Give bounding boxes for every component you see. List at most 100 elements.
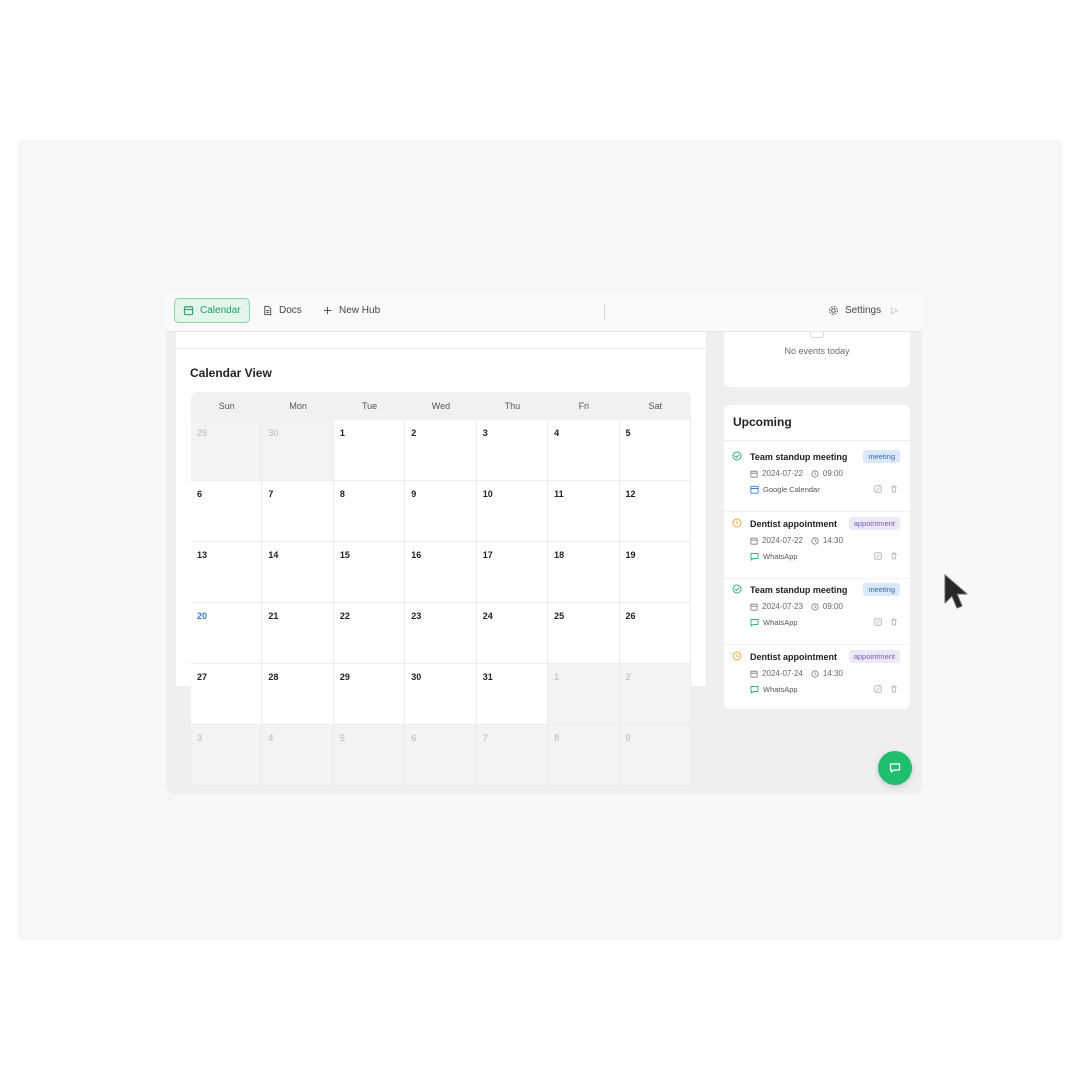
week-row: 29 30 1 2 3 4 5 [191,420,691,481]
day-cell[interactable]: 4 [262,725,334,785]
day-cell[interactable]: 11 [548,481,620,542]
day-cell[interactable]: 1 [333,420,406,481]
day-cell[interactable]: 3 [476,420,549,481]
day-cell[interactable]: 5 [619,420,691,481]
event-date: 2024-07-24 [762,669,803,678]
day-cell[interactable]: 27 [191,664,263,725]
day-cell[interactable]: 2 [619,664,691,725]
event-title: Team standup meeting [750,452,848,462]
week-row: 20 21 22 23 24 25 26 [191,603,691,664]
day-cell[interactable]: 7 [476,725,549,785]
day-cell[interactable]: 30 [262,420,334,481]
event-source: Google Calendar [750,485,820,494]
calendar-icon [183,305,194,316]
clock-icon [811,469,819,478]
edit-icon[interactable] [874,618,882,626]
day-cell[interactable]: 23 [405,603,477,664]
chat-icon [750,553,759,561]
tab-docs[interactable]: Docs [254,298,310,323]
trash-icon[interactable] [890,485,898,493]
event-tag: meeting [863,450,900,463]
edit-icon[interactable] [874,485,882,493]
tab-new-hub[interactable]: New Hub [314,298,388,323]
event-source: WhatsApp [750,618,798,627]
calendar-icon [750,485,759,494]
day-cell[interactable]: 9 [619,725,691,785]
day-cell[interactable]: 14 [262,542,334,603]
day-cell[interactable]: 7 [262,481,334,542]
day-cell[interactable]: 6 [405,725,477,785]
event-title: Dentist appointment [750,652,837,662]
day-cell[interactable]: 16 [405,542,477,603]
tab-calendar[interactable]: Calendar [174,298,250,323]
day-cell[interactable]: 8 [333,481,406,542]
day-cell[interactable]: 29 [191,420,263,481]
day-cell[interactable]: 10 [476,481,549,542]
settings-button[interactable]: Settings ▷ [828,298,898,323]
upcoming-title: Upcoming [733,415,792,429]
dow-thu: Thu [504,401,521,411]
day-cell[interactable]: 12 [619,481,691,542]
day-cell[interactable]: 22 [333,603,406,664]
day-cell[interactable]: 31 [476,664,549,725]
week-row: 6 7 8 9 10 11 12 [191,481,691,542]
event-actions [874,685,898,693]
day-cell[interactable]: 15 [333,542,406,603]
trash-icon[interactable] [890,552,898,560]
chat-icon [750,686,759,694]
mouse-cursor-icon [944,574,968,609]
event-tag: meeting [863,583,900,596]
event-source-label: WhatsApp [763,685,798,694]
day-cell[interactable]: 19 [619,542,691,603]
day-cell[interactable]: 24 [476,603,549,664]
event-source: WhatsApp [750,552,798,561]
day-cell[interactable]: 2 [405,420,477,481]
tab-bar: Calendar Docs New Hub Settings ▷ [166,292,922,332]
trash-icon[interactable] [890,618,898,626]
panel-handle [810,332,824,338]
event-date: 2024-07-22 [762,469,803,478]
check-circle-icon [732,584,742,594]
week-row: 27 28 29 30 31 1 2 [191,664,691,725]
day-cell[interactable]: 13 [191,542,263,603]
edit-icon[interactable] [874,685,882,693]
day-cell[interactable]: 6 [191,481,263,542]
event-time: 14:30 [822,536,843,545]
tab-divider [604,304,605,320]
check-circle-icon [732,451,742,461]
trash-icon[interactable] [890,685,898,693]
day-cell[interactable]: 1 [548,664,620,725]
day-cell[interactable]: 3 [191,725,263,785]
day-cell[interactable]: 4 [548,420,620,481]
calendar-icon [750,670,758,678]
event-item[interactable]: Team standup meeting meeting 2024-07-23 … [724,578,910,644]
event-meta: 2024-07-23 09:00 [750,602,843,611]
day-cell[interactable]: 5 [333,725,406,785]
event-time: 09:00 [822,469,843,478]
day-cell[interactable]: 25 [548,603,620,664]
calendar-title: Calendar View [190,366,272,380]
edit-icon[interactable] [874,552,882,560]
gear-icon [828,306,838,315]
dow-mon: Mon [289,401,307,411]
plus-icon [323,306,332,315]
tab-new-hub-label: New Hub [339,305,381,316]
day-cell[interactable]: 17 [476,542,549,603]
day-cell[interactable]: 18 [548,542,620,603]
day-cell[interactable]: 29 [333,664,406,725]
day-cell[interactable]: 21 [262,603,334,664]
event-date: 2024-07-22 [762,536,803,545]
day-cell-today[interactable]: 20 [191,603,263,664]
event-item[interactable]: Team standup meeting meeting 2024-07-22 … [724,445,910,511]
day-cell[interactable]: 30 [405,664,477,725]
tab-calendar-label: Calendar [200,305,241,316]
panel-divider [176,348,706,349]
day-cell[interactable]: 8 [548,725,620,785]
day-cell[interactable]: 9 [405,481,477,542]
day-cell[interactable]: 28 [262,664,334,725]
app-window: Calendar Docs New Hub Settings ▷ Calenda… [166,292,922,794]
chat-fab-button[interactable] [878,751,912,785]
event-item[interactable]: Dentist appointment appointment 2024-07-… [724,645,910,709]
day-cell[interactable]: 26 [619,603,691,664]
event-item[interactable]: Dentist appointment appointment 2024-07-… [724,512,910,578]
